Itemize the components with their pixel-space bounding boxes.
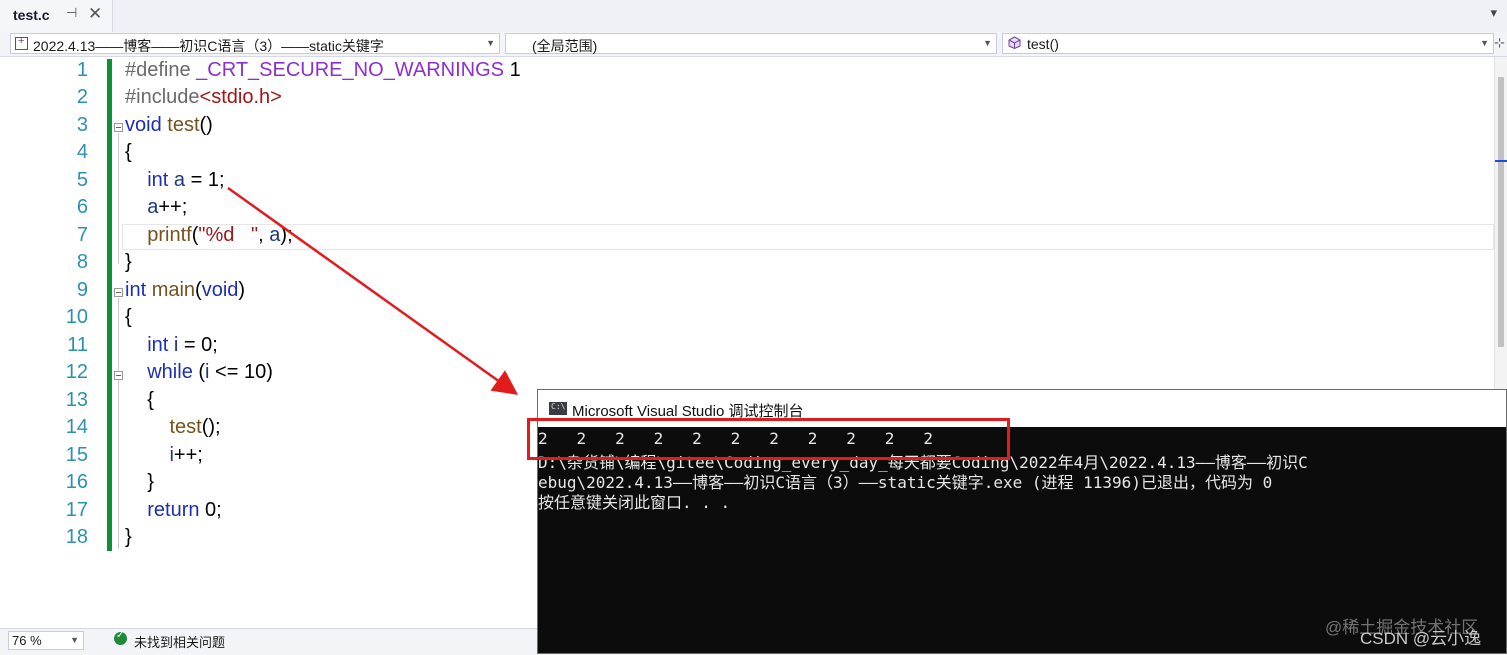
line-number: 4 [76,141,88,163]
line-number: 10 [65,306,88,328]
method-cube-icon [1008,36,1021,49]
line-number: 14 [65,416,88,438]
project-dropdown-value: 2022.4.13——博客——初识C语言（3）——static关键字 [33,38,384,54]
split-window-icon[interactable]: ⊹ [1494,36,1505,51]
output-highlight-box [527,418,1010,460]
chevron-down-icon: ▼ [70,635,79,645]
code-line-3: void test() [125,114,213,136]
line-number: 13 [65,389,88,411]
line-number: 9 [76,279,88,301]
scope-dropdown[interactable]: (全局范围) ▼ [505,33,997,54]
chevron-down-icon: ▼ [486,38,495,48]
console-app-icon [549,402,567,415]
check-circle-icon [114,630,127,645]
chevron-down-icon: ▼ [1480,38,1489,48]
issues-status[interactable]: 未找到相关问题 [134,632,225,651]
fold-toggle-icon[interactable] [114,123,123,132]
fold-guide [118,298,119,549]
code-line-11: int i = 0; [147,334,218,356]
project-dropdown[interactable]: 2022.4.13——博客——初识C语言（3）——static关键字 ▼ [10,33,500,54]
chevron-down-icon: ▼ [983,38,992,48]
line-number: 11 [67,334,88,356]
code-line-9: int main(void) [125,279,246,301]
scrollbar-thumb[interactable] [1498,77,1504,347]
line-number: 18 [65,526,88,548]
caret-position-marker [1495,160,1507,162]
code-line-10: { [125,306,132,328]
code-line-1: #define _CRT_SECURE_NO_WARNINGS 1 [125,59,521,81]
watermark-csdn: CSDN @云小逸 [1360,629,1482,648]
code-line-15: i++; [169,444,203,466]
code-line-5: int a = 1; [147,169,225,191]
line-number: 5 [76,169,88,191]
current-line-highlight [122,224,1494,250]
line-number: 7 [76,224,88,246]
code-line-14: test(); [169,416,221,438]
tab-title: test.c [13,7,50,23]
pin-icon[interactable]: ⊣ [66,6,77,21]
code-line-2: #include<stdio.h> [125,86,282,108]
code-line-4: { [125,141,132,163]
scope-dropdown-value: (全局范围) [532,38,598,54]
fold-toggle-icon[interactable] [114,288,123,297]
line-number: 1 [76,59,88,81]
navigation-bar: 2022.4.13——博客——初识C语言（3）——static关键字 ▼ (全局… [0,32,1507,57]
code-line-16: } [125,471,154,493]
code-line-17: return 0; [147,499,222,521]
line-number: 15 [65,444,88,466]
fold-toggle-icon[interactable] [114,371,123,380]
code-line-7: printf("%d ", a); [147,224,293,246]
line-number: 8 [76,251,88,273]
member-dropdown-value: test() [1027,36,1059,52]
console-output-line: 按任意键关闭此窗口. . . [538,493,731,512]
line-number: 12 [65,361,88,383]
code-line-13: { [125,389,154,411]
line-number: 6 [76,196,88,218]
line-number: 16 [65,471,88,493]
line-number: 17 [65,499,88,521]
zoom-dropdown[interactable]: 76 % ▼ [8,631,84,650]
code-line-6: a++; [147,196,188,218]
change-tracking-bar [107,59,112,551]
project-icon [15,35,28,50]
chevron-down-icon[interactable]: ▾ [1490,6,1497,21]
tab-test-c[interactable]: test.c ⊣ ✕ [0,0,113,32]
close-icon[interactable]: ✕ [88,4,102,24]
document-tab-bar: test.c ⊣ ✕ ▾ [0,0,1507,33]
code-line-12: while (i <= 10) [147,361,273,383]
zoom-value: 76 % [12,633,42,648]
line-number: 2 [76,86,88,108]
line-number: 3 [76,114,88,136]
code-line-8: } [125,251,132,273]
code-line-18: } [125,526,132,548]
fold-guide [118,133,119,264]
member-dropdown[interactable]: test() ▼ [1002,33,1494,54]
